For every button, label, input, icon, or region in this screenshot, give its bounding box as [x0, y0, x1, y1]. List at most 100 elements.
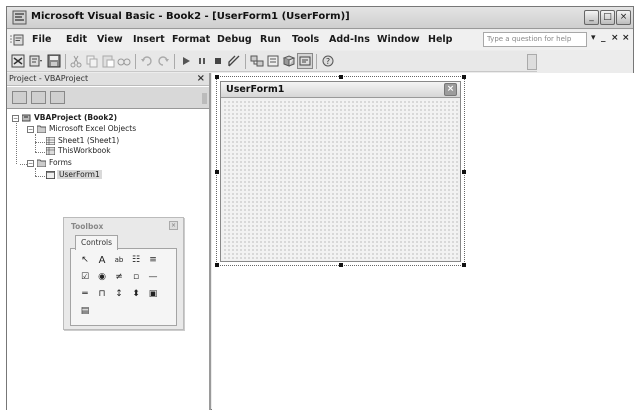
spinbutton-icon[interactable]: ⬍: [129, 288, 143, 301]
resize-handle[interactable]: [462, 170, 466, 174]
scrollbar-icon[interactable]: ↕: [112, 288, 126, 301]
resize-handle[interactable]: [215, 263, 219, 267]
mdi-minimize-button[interactable]: _: [601, 33, 606, 43]
tree-root-label[interactable]: VBAProject (Book2): [34, 113, 117, 122]
resize-handle[interactable]: [215, 170, 219, 174]
vbe-window: Microsoft Visual Basic - Book2 - [UserFo…: [6, 6, 634, 410]
tree-connector: [35, 134, 36, 152]
tree-connector: [35, 176, 45, 177]
cut-icon[interactable]: [69, 54, 83, 68]
toolbox-tab-controls[interactable]: Controls: [75, 235, 119, 250]
toolbox-window: Toolbox × Controls ↖ A ab ☷ ≡ ☑ ◉ ≠ ▫ — …: [63, 217, 184, 330]
menu-bar: File Edit View Insert Format Debug Run T…: [7, 30, 633, 50]
resize-handle[interactable]: [462, 75, 466, 79]
insert-userform-icon[interactable]: [29, 54, 43, 68]
image-icon[interactable]: ▣: [146, 288, 160, 301]
userform-close-icon[interactable]: ×: [444, 83, 457, 96]
paste-icon[interactable]: [101, 54, 115, 68]
toolbar-overflow[interactable]: [527, 54, 537, 70]
undo-icon[interactable]: [140, 54, 154, 68]
tree-forms-label[interactable]: Forms: [49, 158, 72, 167]
reset-icon[interactable]: [211, 54, 225, 68]
menu-format[interactable]: Format: [172, 34, 210, 45]
save-icon[interactable]: [47, 54, 61, 68]
vba-doc-icon: [10, 34, 24, 46]
workbook-icon: [46, 147, 55, 155]
toolbox-icon[interactable]: [297, 53, 313, 69]
design-mode-icon[interactable]: [227, 54, 241, 68]
project-toolbar-scroll[interactable]: [202, 93, 207, 104]
view-excel-icon[interactable]: [11, 54, 25, 68]
toolbox-close-button[interactable]: ×: [169, 221, 178, 230]
help-search-input[interactable]: Type a question for help: [483, 32, 587, 47]
userform-icon: [46, 171, 55, 179]
optionbutton-icon[interactable]: ◉: [95, 271, 109, 284]
redo-icon[interactable]: [156, 54, 170, 68]
tree-connector: [35, 152, 45, 153]
label-icon[interactable]: A: [95, 254, 109, 267]
menu-run[interactable]: Run: [260, 34, 281, 45]
project-pane-close-button[interactable]: ×: [197, 73, 205, 85]
resize-handle[interactable]: [462, 263, 466, 267]
tree-thisworkbook-label[interactable]: ThisWorkbook: [58, 146, 111, 155]
tabstrip-icon[interactable]: ═: [78, 288, 92, 301]
maximize-button[interactable]: □: [600, 10, 615, 25]
find-icon[interactable]: [117, 54, 131, 68]
copy-icon[interactable]: [85, 54, 99, 68]
menu-file[interactable]: File: [32, 34, 51, 45]
run-icon[interactable]: [179, 54, 193, 68]
refedit-icon[interactable]: ▤: [78, 305, 92, 318]
tree-excel-objects-label[interactable]: Microsoft Excel Objects: [49, 124, 136, 133]
help-dropdown-icon[interactable]: ▾: [591, 33, 596, 43]
resize-handle[interactable]: [215, 75, 219, 79]
toolbox-title: Toolbox: [71, 222, 104, 231]
object-browser-icon[interactable]: [282, 54, 296, 68]
properties-icon[interactable]: [266, 54, 280, 68]
svg-text:?: ?: [326, 57, 330, 66]
togglebutton-icon[interactable]: ≠: [112, 271, 126, 284]
toolbar-separator: [316, 54, 317, 69]
toolbox-controls-panel: ↖ A ab ☷ ≡ ☑ ◉ ≠ ▫ — ═ ⊓ ↕ ⬍ ▣ ▤: [70, 248, 177, 326]
combobox-icon[interactable]: ☷: [129, 254, 143, 267]
tree-userform1-label[interactable]: UserForm1: [57, 170, 102, 179]
folder-icon: [37, 125, 46, 133]
userform-grid-canvas[interactable]: [223, 100, 458, 260]
userform1-form[interactable]: UserForm1 ×: [220, 81, 461, 262]
help-icon[interactable]: ?: [321, 54, 335, 68]
vba-app-icon: [12, 10, 27, 25]
minimize-button[interactable]: _: [584, 10, 599, 25]
close-button[interactable]: ×: [616, 10, 631, 25]
menu-insert[interactable]: Insert: [133, 34, 165, 45]
menu-debug[interactable]: Debug: [217, 34, 252, 45]
commandbutton-icon[interactable]: —: [146, 271, 160, 284]
menu-tools[interactable]: Tools: [292, 34, 319, 45]
frame-icon[interactable]: ▫: [129, 271, 143, 284]
menu-edit[interactable]: Edit: [66, 34, 87, 45]
mdi-restore-button[interactable]: ×: [611, 33, 619, 43]
mdi-close-button[interactable]: ×: [622, 33, 630, 43]
textbox-icon[interactable]: ab: [112, 254, 126, 267]
multipage-icon[interactable]: ⊓: [95, 288, 109, 301]
resize-handle[interactable]: [339, 263, 343, 267]
menu-add-ins[interactable]: Add-Ins: [329, 34, 370, 45]
menu-window[interactable]: Window: [377, 34, 420, 45]
forms-collapse-toggle[interactable]: −: [27, 160, 34, 167]
project-explorer-icon[interactable]: [250, 54, 264, 68]
view-code-button[interactable]: [12, 91, 27, 104]
checkbox-icon[interactable]: ☑: [78, 271, 92, 284]
root-collapse-toggle[interactable]: −: [12, 115, 19, 122]
toggle-folders-button[interactable]: [50, 91, 65, 104]
select-objects-icon[interactable]: ↖: [78, 254, 92, 267]
tree-connector: [20, 164, 27, 165]
menu-help[interactable]: Help: [428, 34, 452, 45]
tree-sheet1-label[interactable]: Sheet1 (Sheet1): [58, 136, 119, 145]
view-object-button[interactable]: [31, 91, 46, 104]
break-icon[interactable]: [195, 54, 209, 68]
listbox-icon[interactable]: ≡: [146, 254, 160, 267]
menu-view[interactable]: View: [97, 34, 123, 45]
resize-handle[interactable]: [339, 75, 343, 79]
project-pane-title: Project - VBAProject: [9, 74, 89, 83]
tree-connector: [35, 168, 36, 176]
excel-objects-collapse-toggle[interactable]: −: [27, 126, 34, 133]
toolbar-separator: [65, 54, 66, 69]
